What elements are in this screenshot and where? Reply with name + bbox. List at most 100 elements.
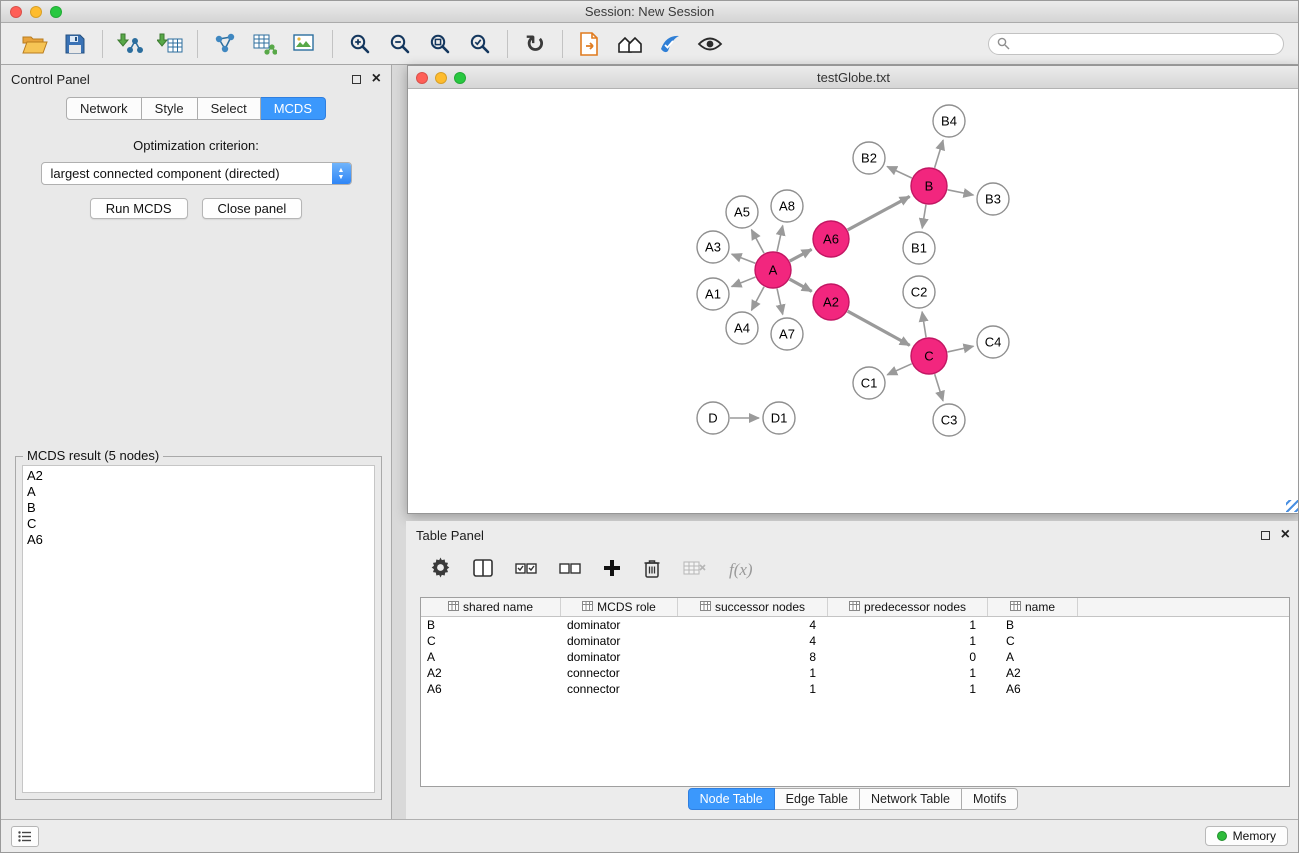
close-view-button[interactable]: [416, 72, 428, 84]
network-node-B1[interactable]: B1: [903, 232, 935, 264]
network-node-A6[interactable]: A6: [813, 221, 849, 257]
network-edge-B-B3[interactable]: [948, 190, 974, 195]
table-cell[interactable]: 1: [828, 665, 988, 681]
minimize-window-button[interactable]: [30, 6, 42, 18]
zoom-selected-button[interactable]: [460, 28, 500, 60]
close-window-button[interactable]: [10, 6, 22, 18]
float-panel-icon[interactable]: [1261, 531, 1270, 540]
network-node-C3[interactable]: C3: [933, 404, 965, 436]
network-edge-B-B4[interactable]: [935, 140, 944, 168]
network-node-A8[interactable]: A8: [771, 190, 803, 222]
tab-motifs[interactable]: Motifs: [962, 788, 1018, 810]
network-node-D1[interactable]: D1: [763, 402, 795, 434]
resize-grip-icon[interactable]: [1286, 500, 1298, 512]
task-history-button[interactable]: [11, 826, 39, 847]
table-cell[interactable]: C: [988, 633, 1078, 649]
import-network-button[interactable]: [110, 28, 150, 60]
result-item[interactable]: B: [27, 500, 370, 516]
refresh-layout-button[interactable]: ↻: [515, 28, 555, 60]
column-header-name[interactable]: name: [988, 598, 1078, 616]
network-node-A2[interactable]: A2: [813, 284, 849, 320]
search-input[interactable]: [1015, 36, 1275, 52]
table-cell[interactable]: connector: [561, 665, 678, 681]
network-node-A7[interactable]: A7: [771, 318, 803, 350]
network-node-A5[interactable]: A5: [726, 196, 758, 228]
network-node-C1[interactable]: C1: [853, 367, 885, 399]
tab-network[interactable]: Network: [66, 97, 142, 120]
table-cell[interactable]: A2: [988, 665, 1078, 681]
network-edge-A-A2[interactable]: [790, 279, 812, 291]
table-row[interactable]: A6connector11A6: [421, 681, 1289, 697]
network-canvas[interactable]: B4B2BB3A5A8A6A3B1AC2A1A2A4A7C4CC1DD1C3: [408, 89, 1299, 513]
apply-style-button[interactable]: [650, 28, 690, 60]
table-cell[interactable]: connector: [561, 681, 678, 697]
network-edge-A-A3[interactable]: [732, 254, 756, 263]
table-cell[interactable]: A2: [421, 665, 561, 681]
table-cell[interactable]: 0: [828, 649, 988, 665]
table-settings-button[interactable]: [430, 557, 451, 583]
table-cell[interactable]: 8: [678, 649, 828, 665]
result-item[interactable]: A: [27, 484, 370, 500]
network-edge-A-A4[interactable]: [751, 287, 764, 311]
network-edge-C-C3[interactable]: [935, 374, 943, 401]
import-table-button[interactable]: [150, 28, 190, 60]
network-node-A[interactable]: A: [755, 252, 791, 288]
table-cell[interactable]: A: [988, 649, 1078, 665]
table-cell[interactable]: B: [421, 617, 561, 633]
result-item[interactable]: C: [27, 516, 370, 532]
table-cell[interactable]: dominator: [561, 617, 678, 633]
network-node-A4[interactable]: A4: [726, 312, 758, 344]
tab-select[interactable]: Select: [198, 97, 261, 120]
export-image-button[interactable]: [285, 28, 325, 60]
table-cell[interactable]: 1: [678, 665, 828, 681]
select-all-button[interactable]: [515, 559, 537, 582]
network-edge-A-A7[interactable]: [777, 289, 783, 315]
tab-network-table[interactable]: Network Table: [860, 788, 962, 810]
network-node-A1[interactable]: A1: [697, 278, 729, 310]
network-edge-C-C1[interactable]: [887, 364, 911, 375]
zoom-in-button[interactable]: [340, 28, 380, 60]
import-document-button[interactable]: [570, 28, 610, 60]
open-session-button[interactable]: [15, 28, 55, 60]
network-node-B2[interactable]: B2: [853, 142, 885, 174]
table-cell[interactable]: 1: [828, 681, 988, 697]
network-edge-B-B1[interactable]: [922, 205, 926, 228]
column-header-predecessor-nodes[interactable]: predecessor nodes: [828, 598, 988, 616]
table-cell[interactable]: A6: [421, 681, 561, 697]
search-field[interactable]: [988, 33, 1284, 55]
run-mcds-button[interactable]: Run MCDS: [90, 198, 188, 219]
network-node-B[interactable]: B: [911, 168, 947, 204]
network-node-A3[interactable]: A3: [697, 231, 729, 263]
mcds-result-list[interactable]: A2ABCA6: [22, 465, 375, 793]
table-row[interactable]: Adominator80A: [421, 649, 1289, 665]
tab-style[interactable]: Style: [142, 97, 198, 120]
tab-node-table[interactable]: Node Table: [688, 788, 775, 810]
network-node-B4[interactable]: B4: [933, 105, 965, 137]
show-hide-button[interactable]: [690, 28, 730, 60]
network-edge-A-A1[interactable]: [732, 277, 756, 287]
network-edge-A-A6[interactable]: [790, 249, 812, 261]
delete-column-button[interactable]: [643, 558, 661, 583]
network-edge-C-C4[interactable]: [948, 346, 974, 352]
optimization-criterion-dropdown[interactable]: largest connected component (directed) ▲…: [41, 162, 352, 185]
column-header-MCDS-role[interactable]: MCDS role: [561, 598, 678, 616]
table-row[interactable]: Bdominator41B: [421, 617, 1289, 633]
export-table-button[interactable]: [245, 28, 285, 60]
table-cell[interactable]: 4: [678, 617, 828, 633]
network-node-B3[interactable]: B3: [977, 183, 1009, 215]
zoom-out-button[interactable]: [380, 28, 420, 60]
show-columns-button[interactable]: [473, 559, 493, 582]
zoom-fit-button[interactable]: [420, 28, 460, 60]
home-button[interactable]: [610, 28, 650, 60]
minimize-view-button[interactable]: [435, 72, 447, 84]
column-header-successor-nodes[interactable]: successor nodes: [678, 598, 828, 616]
table-cell[interactable]: C: [421, 633, 561, 649]
column-header-shared-name[interactable]: shared name: [421, 598, 561, 616]
tab-edge-table[interactable]: Edge Table: [775, 788, 860, 810]
network-edge-A-A8[interactable]: [777, 226, 783, 252]
close-panel-button[interactable]: Close panel: [202, 198, 303, 219]
tab-mcds[interactable]: MCDS: [261, 97, 326, 120]
result-item[interactable]: A6: [27, 532, 370, 548]
deselect-all-button[interactable]: [559, 559, 581, 582]
memory-button[interactable]: Memory: [1205, 826, 1288, 846]
